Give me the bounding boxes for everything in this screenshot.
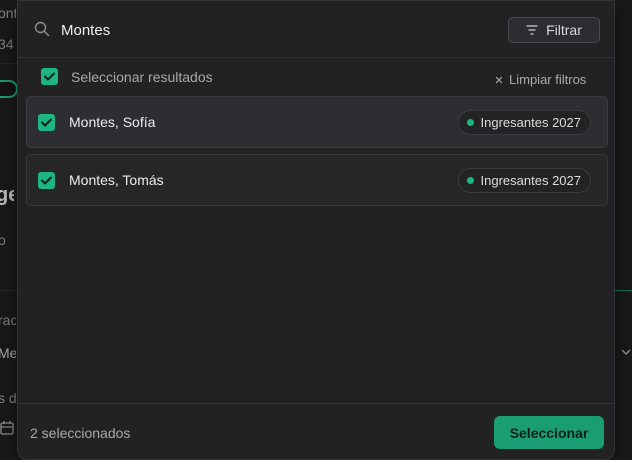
search-icon — [34, 21, 50, 37]
bg-value-fragment: 34 — [0, 36, 14, 52]
checkmark-icon — [41, 176, 52, 185]
results-list: Montes, Sofía Ingresantes 2027 Montes, T… — [26, 96, 608, 212]
selected-count: 2 seleccionados — [30, 425, 131, 441]
filter-button[interactable]: Filtrar — [508, 17, 600, 43]
item-checkbox[interactable] — [38, 172, 55, 189]
bg-toggle-switch — [0, 80, 18, 98]
clear-filters-label: Limpiar filtros — [509, 72, 587, 87]
status-dot-icon — [466, 119, 474, 126]
close-icon — [495, 76, 503, 83]
status-dot-icon — [466, 177, 474, 184]
cohort-badge: Ingresantes 2027 — [457, 110, 591, 135]
cohort-badge-label: Ingresantes 2027 — [480, 173, 581, 188]
list-item[interactable]: Montes, Tomás Ingresantes 2027 — [26, 154, 608, 206]
bg-label-fragment: rac — [0, 312, 16, 328]
bg-label-fragment: ont — [0, 5, 16, 21]
select-all-checkbox[interactable] — [41, 68, 58, 85]
student-search-modal: Filtrar Seleccionar resultados Limpiar f… — [17, 0, 615, 460]
calendar-icon — [0, 421, 14, 435]
chevron-down-icon — [621, 349, 631, 356]
filter-icon — [526, 25, 538, 35]
select-all-label[interactable]: Seleccionar resultados — [71, 69, 213, 85]
checkmark-icon — [41, 118, 52, 127]
list-item[interactable]: Montes, Sofía Ingresantes 2027 — [26, 96, 608, 148]
filter-button-label: Filtrar — [546, 22, 582, 38]
bg-input-border — [0, 290, 17, 291]
bg-input-border-accent — [615, 290, 632, 291]
modal-footer: 2 seleccionados Seleccionar — [18, 403, 614, 459]
bg-section-heading: ge — [0, 184, 14, 206]
select-button[interactable]: Seleccionar — [494, 416, 604, 449]
search-bar: Filtrar — [18, 1, 614, 58]
cohort-badge-label: Ingresantes 2027 — [480, 115, 581, 130]
select-all-row: Seleccionar resultados Limpiar filtros — [18, 63, 614, 91]
checkmark-icon — [44, 72, 55, 81]
clear-filters-button[interactable]: Limpiar filtros — [495, 72, 586, 87]
item-checkbox[interactable] — [38, 114, 55, 131]
item-name: Montes, Tomás — [69, 172, 164, 188]
item-name: Montes, Sofía — [69, 114, 156, 130]
bg-label-fragment: s d — [0, 390, 16, 406]
bg-label-fragment: o — [0, 232, 6, 248]
search-input[interactable] — [61, 17, 461, 43]
bg-select-fragment: Me — [0, 345, 16, 361]
cohort-badge: Ingresantes 2027 — [457, 168, 591, 193]
bg-divider — [0, 63, 17, 64]
